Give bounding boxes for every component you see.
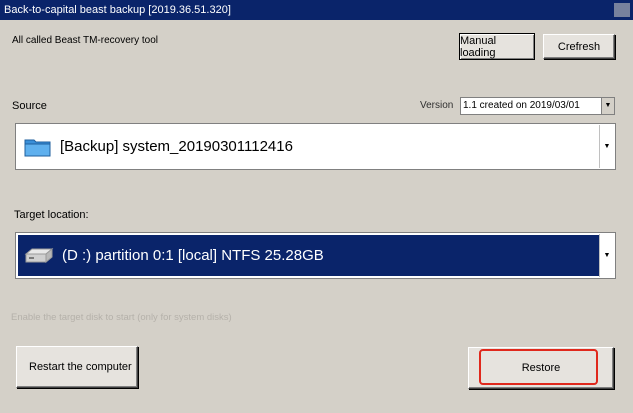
hard-drive-icon (24, 247, 54, 265)
chevron-down-icon[interactable]: ▼ (601, 98, 614, 114)
target-location-label: Target location: (14, 209, 89, 221)
restart-computer-button[interactable]: Restart the computer (16, 346, 138, 388)
version-value: 1.1 created on 2019/03/01 (463, 100, 580, 111)
chevron-down-icon[interactable]: ▼ (599, 125, 614, 168)
manual-loading-button[interactable]: Manual loading (459, 33, 535, 60)
target-location-select[interactable]: (D :) partition 0:1 [local] NTFS 25.28GB… (15, 232, 616, 279)
source-label: Source (12, 100, 47, 112)
restore-button[interactable]: Restore (468, 347, 614, 389)
folder-icon (24, 136, 52, 158)
target-selected-item: (D :) partition 0:1 [local] NTFS 25.28GB (62, 247, 324, 264)
window-titlebar: Back-to-capital beast backup [2019.36.51… (0, 0, 633, 20)
version-label: Version (420, 100, 454, 111)
refresh-button[interactable]: Crefresh (543, 34, 615, 59)
window-title: Back-to-capital beast backup [2019.36.51… (4, 4, 231, 16)
source-backup-select[interactable]: [Backup] system_20190301112416 ▼ (15, 123, 616, 170)
window-control-icon[interactable] (614, 3, 630, 17)
source-selected-item: [Backup] system_20190301112416 (60, 138, 293, 155)
chevron-down-icon[interactable]: ▼ (599, 234, 614, 277)
version-select[interactable]: 1.1 created on 2019/03/01 ▼ (460, 97, 615, 115)
app-description: All called Beast TM-recovery tool (12, 35, 158, 46)
enable-target-disk-option[interactable]: Enable the target disk to start (only fo… (11, 312, 232, 323)
